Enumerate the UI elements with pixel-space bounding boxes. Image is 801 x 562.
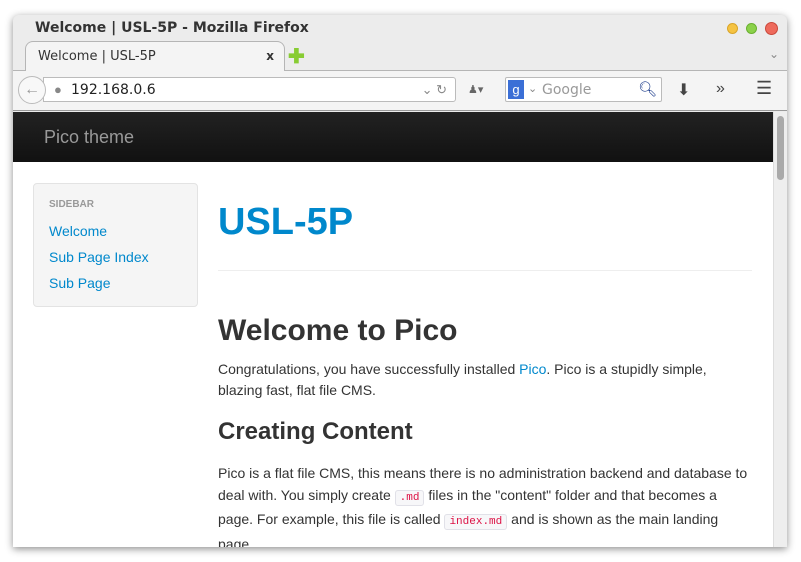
search-icon[interactable]: 🔍︎ <box>638 80 657 98</box>
code-index-md: index.md <box>444 514 508 530</box>
close-window-button[interactable] <box>765 22 778 35</box>
tab-list-chevron-icon[interactable]: ⌄ <box>769 47 779 61</box>
tab-label: Welcome | USL-5P <box>38 49 156 64</box>
overflow-chevrons-icon[interactable]: » <box>716 80 725 98</box>
pico-link[interactable]: Pico <box>519 361 546 377</box>
menu-icon[interactable]: ☰ <box>756 78 772 99</box>
sidebar-item-welcome[interactable]: Welcome <box>49 218 182 244</box>
tab-strip: Welcome | USL-5P x ✚ ⌄ <box>13 41 787 72</box>
chevron-down-icon[interactable]: ⌄ <box>528 82 537 95</box>
scrollbar-thumb[interactable] <box>777 116 784 180</box>
vertical-scrollbar[interactable] <box>773 112 787 547</box>
reload-icon[interactable]: ⌄ ↻ <box>422 82 447 98</box>
globe-icon: ● <box>54 82 62 97</box>
site-brand[interactable]: Pico theme <box>44 127 134 148</box>
code-md: .md <box>394 489 425 506</box>
search-placeholder: Google <box>542 82 592 98</box>
page-viewport: Pico theme SIDEBAR Welcome Sub Page Inde… <box>13 112 787 547</box>
window-title: Welcome | USL-5P - Mozilla Firefox <box>35 20 309 36</box>
browser-window: Welcome | USL-5P - Mozilla Firefox Welco… <box>13 15 787 547</box>
maximize-button[interactable] <box>746 23 757 34</box>
sidebar: SIDEBAR Welcome Sub Page Index Sub Page <box>33 183 198 307</box>
new-tab-icon[interactable]: ✚ <box>288 44 305 69</box>
download-icon[interactable]: ⬇ <box>677 80 690 100</box>
url-text[interactable]: 192.168.0.6 <box>71 82 156 98</box>
heading-creating-content: Creating Content <box>218 418 413 445</box>
site-navbar: Pico theme <box>13 112 787 162</box>
page-title[interactable]: USL-5P <box>218 192 752 271</box>
heading-welcome: Welcome to Pico <box>218 314 458 347</box>
text: Congratulations, you have successfully i… <box>218 361 520 377</box>
tab-welcome[interactable]: Welcome | USL-5P x <box>25 41 285 72</box>
sidebar-heading: SIDEBAR <box>49 199 95 210</box>
main-content: USL-5P Welcome to Pico Congratulations, … <box>218 192 752 547</box>
minimize-button[interactable] <box>727 23 738 34</box>
identity-icon[interactable]: ♟▾ <box>468 83 483 96</box>
intro-paragraph: Congratulations, you have successfully i… <box>218 359 752 401</box>
url-bar[interactable]: ● 192.168.0.6 ⌄ ↻ <box>43 77 456 102</box>
google-icon[interactable]: g <box>508 80 524 99</box>
close-tab-icon[interactable]: x <box>266 49 274 63</box>
search-input[interactable]: g ⌄ Google 🔍︎ <box>505 77 662 102</box>
title-bar: Welcome | USL-5P - Mozilla Firefox <box>13 15 787 41</box>
sidebar-item-sub-page-index[interactable]: Sub Page Index <box>49 244 182 270</box>
back-button[interactable]: ← <box>18 76 46 104</box>
sidebar-item-sub-page[interactable]: Sub Page <box>49 270 182 296</box>
content-paragraph: Pico is a flat file CMS, this means ther… <box>218 463 752 547</box>
navigation-toolbar: ● 192.168.0.6 ⌄ ↻ ← ♟▾ g ⌄ Google 🔍︎ ⬇ »… <box>13 71 787 111</box>
